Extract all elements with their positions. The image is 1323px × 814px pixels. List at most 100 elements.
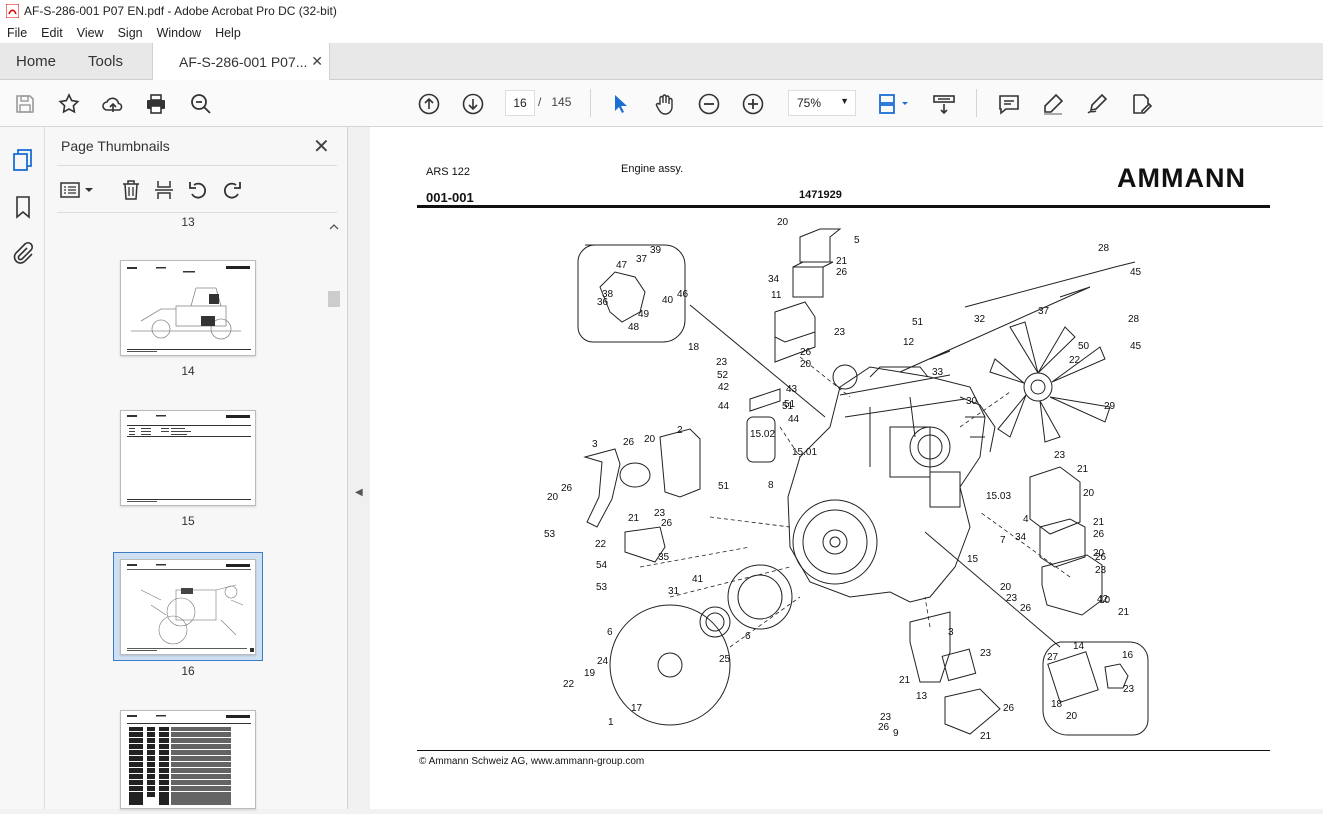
callout-label: 21 [1093, 517, 1105, 528]
thumbnail-label: 15 [181, 514, 195, 528]
next-page-icon[interactable] [460, 91, 486, 117]
callout-label: 20 [1083, 488, 1095, 499]
callout-label: 49 [638, 309, 650, 320]
thumbnail-scrollbar[interactable] [327, 219, 341, 809]
callout-label: 24 [597, 656, 609, 667]
callout-label: 47 [616, 260, 628, 271]
callout-label: 16 [1122, 650, 1134, 661]
callout-label: 21 [1077, 464, 1089, 475]
close-tab-icon[interactable]: ✕ [311, 53, 323, 70]
menu-window[interactable]: Window [150, 26, 208, 40]
scroll-mode-icon[interactable] [931, 91, 957, 117]
page-number-input[interactable]: 16 [505, 90, 535, 116]
close-panel-icon[interactable]: ✕ [313, 134, 330, 159]
hand-tool-icon[interactable] [652, 91, 678, 117]
fit-page-icon[interactable] [875, 91, 911, 117]
thumbnail-page-14[interactable] [120, 260, 256, 356]
star-icon[interactable] [56, 91, 82, 117]
callout-label: 38 [602, 289, 614, 300]
attachment-icon[interactable] [11, 241, 35, 265]
tab-home[interactable]: Home [16, 43, 56, 80]
menu-view[interactable]: View [70, 26, 111, 40]
previous-page-icon[interactable] [416, 91, 442, 117]
callout-label: 15.03 [986, 491, 1011, 502]
divider [57, 165, 337, 166]
bookmark-icon[interactable] [11, 195, 35, 219]
callout-label: 37 [636, 254, 648, 265]
comment-icon[interactable] [996, 91, 1022, 117]
collapse-arrow-icon: ◀ [355, 487, 363, 498]
callout-label: 22 [563, 679, 575, 690]
toolbar [0, 80, 1323, 127]
rotate-left-icon[interactable] [187, 179, 209, 201]
callout-label: 3 [948, 627, 954, 638]
zoom-value: 75% [797, 96, 822, 110]
callout-label: 26 [1093, 529, 1105, 540]
callout-label: 26 [661, 518, 673, 529]
menu-bar: File Edit View Sign Window Help [0, 22, 1323, 43]
callout-label: 13 [916, 691, 928, 702]
callout-label: 44 [788, 414, 800, 425]
callout-label: 23 [716, 357, 728, 368]
callout-label: 20 [1000, 582, 1012, 593]
callout-label: 42 [1097, 594, 1109, 605]
panel-collapse-handle[interactable]: ◀ [348, 127, 370, 809]
callout-label: 15.02 [750, 429, 775, 440]
thumbnail-page-16[interactable] [120, 559, 256, 655]
zoom-search-icon[interactable] [188, 91, 214, 117]
menu-sign[interactable]: Sign [111, 26, 150, 40]
callout-label: 43 [786, 384, 798, 395]
thumbnail-preview [127, 266, 251, 352]
zoom-select[interactable]: 75% ▼ [788, 90, 856, 116]
callout-label: 23 [1095, 565, 1107, 576]
callout-label: 35 [658, 552, 670, 563]
zoom-out-icon[interactable] [696, 91, 722, 117]
callout-label: 26 [878, 722, 890, 733]
callout-label: 28 [1128, 314, 1140, 325]
upload-cloud-icon[interactable] [100, 91, 126, 117]
callout-label: 34 [1015, 532, 1027, 543]
menu-help[interactable]: Help [208, 26, 248, 40]
callout-label: 1 [608, 717, 614, 728]
options-menu-icon[interactable] [59, 179, 95, 201]
menu-file[interactable]: File [0, 26, 34, 40]
chevron-down-icon: ▼ [840, 96, 849, 106]
callout-label: 21 [836, 256, 848, 267]
save-icon[interactable] [12, 91, 38, 117]
tab-tools[interactable]: Tools [88, 43, 123, 80]
thumbnail-page-15[interactable] [120, 410, 256, 506]
callout-label: 15.01 [792, 447, 817, 458]
highlight-pen-icon[interactable] [1040, 91, 1066, 117]
callout-label: 14 [1073, 641, 1085, 652]
callout-label: 21 [1118, 607, 1130, 618]
callout-label: 29 [1104, 401, 1116, 412]
thumbnail-page-17[interactable] [120, 710, 256, 809]
callout-label: 50 [1078, 341, 1090, 352]
delete-page-icon[interactable] [120, 179, 142, 201]
callout-label: 20 [777, 217, 789, 228]
menu-edit[interactable]: Edit [34, 26, 70, 40]
callout-label: 37 [1038, 306, 1050, 317]
zoom-in-icon[interactable] [740, 91, 766, 117]
callout-label: 20 [1093, 548, 1105, 559]
callout-label: 21 [628, 513, 640, 524]
callout-label: 23 [1006, 593, 1018, 604]
print-icon[interactable] [143, 91, 169, 117]
callout-label: 44 [718, 401, 730, 412]
sign-pen-icon[interactable] [1084, 91, 1110, 117]
select-cursor-icon[interactable] [607, 91, 633, 117]
callout-label: 3 [592, 439, 598, 450]
callout-label: 53 [544, 529, 556, 540]
edit-document-icon[interactable] [1128, 91, 1154, 117]
rotate-right-icon[interactable] [221, 179, 243, 201]
tab-document[interactable]: AF-S-286-001 P07... ✕ [152, 43, 330, 81]
callout-label: 15 [967, 554, 979, 565]
page-thumbnails-icon[interactable] [11, 148, 35, 172]
callout-label: 6 [745, 631, 751, 642]
document-viewer[interactable]: ARS 122 Engine assy. AMMANN 001-001 1471… [370, 127, 1323, 809]
pdf-app-icon [6, 4, 19, 18]
callout-label: 51 [718, 481, 730, 492]
callout-label: 39 [650, 245, 662, 256]
callout-label: 4 [1023, 514, 1029, 525]
extract-pages-icon[interactable] [153, 179, 175, 201]
